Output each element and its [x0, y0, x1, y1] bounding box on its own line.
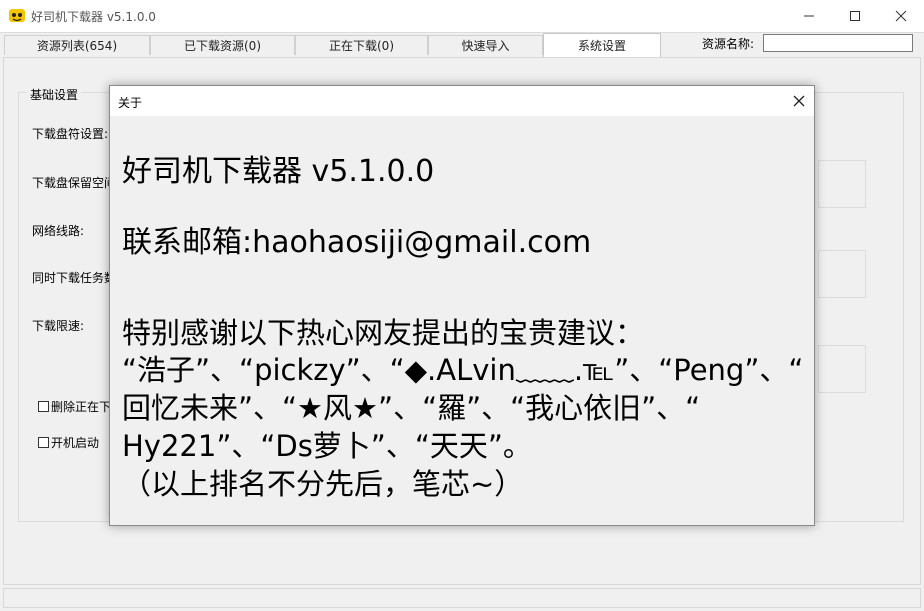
speed-limit-input[interactable] — [818, 345, 866, 393]
maximize-button[interactable] — [832, 0, 878, 31]
about-thanks-names-2: 回忆未来”、“★风★”、“羅”、“我心依旧”、“ — [122, 391, 701, 425]
about-thanks-names-1: “浩子”、“pickzy”、“◆.ALvin﹏﹏.℡”、“Peng”、“ — [122, 353, 804, 387]
about-thanks-heading: 特别感谢以下热心网友提出的宝贵建议： — [122, 316, 645, 350]
about-app-name: 好司机下载器 v5.1.0.0 — [122, 154, 435, 189]
close-icon — [895, 10, 907, 21]
title-bar: 好司机下载器 v5.1.0.0 — [0, 0, 924, 33]
dialog-title-bar: 关于 — [110, 86, 814, 116]
concurrent-tasks-label: 同时下载任务数 — [32, 271, 117, 285]
minimize-button[interactable] — [786, 0, 832, 31]
about-email: 联系邮箱:haohaosiji@gmail.com — [122, 225, 592, 260]
close-icon — [793, 95, 805, 107]
reserve-space-label: 下载盘保留空间 — [32, 176, 117, 190]
dialog-close-button[interactable] — [790, 92, 808, 110]
concurrent-tasks-input[interactable] — [818, 250, 866, 298]
search-input[interactable] — [763, 34, 913, 52]
dialog-title: 关于 — [118, 96, 143, 110]
tab-downloading[interactable]: 正在下载(0) — [295, 35, 428, 55]
tab-downloaded[interactable]: 已下载资源(0) — [150, 35, 295, 55]
close-button[interactable] — [878, 0, 924, 31]
about-thanks-names-3: Hy221”、“Ds萝卜”、“天天”。 — [122, 429, 532, 463]
group-title: 基础设置 — [27, 86, 82, 103]
about-dialog: 关于 好司机下载器 v5.1.0.0 联系邮箱:haohaosiji@gmail… — [109, 85, 815, 526]
minimize-icon — [804, 15, 814, 16]
tab-resource-list[interactable]: 资源列表(654) — [4, 35, 150, 55]
drive-setting-label: 下载盘符设置: — [32, 127, 109, 141]
search-label: 资源名称: — [702, 37, 755, 51]
startup-checkbox[interactable] — [38, 437, 49, 448]
status-bar — [3, 588, 921, 608]
window-title: 好司机下载器 v5.1.0.0 — [31, 10, 156, 24]
startup-option-label: 开机启动 — [51, 436, 100, 450]
app-logo-icon — [9, 9, 25, 22]
tab-system-settings[interactable]: 系统设置 — [543, 33, 661, 57]
maximize-icon — [850, 10, 860, 21]
about-thanks-note: （以上排名不分先后，笔芯~） — [122, 467, 524, 501]
speed-limit-label: 下载限速: — [32, 319, 85, 333]
network-line-label: 网络线路: — [32, 224, 85, 238]
reserve-space-input[interactable] — [818, 160, 866, 208]
delete-downloading-option[interactable]: 删除正在下 — [38, 398, 111, 415]
tab-quick-import[interactable]: 快速导入 — [428, 35, 543, 55]
delete-option-label: 删除正在下 — [51, 400, 112, 414]
delete-checkbox[interactable] — [38, 401, 49, 412]
startup-option[interactable]: 开机启动 — [38, 434, 99, 451]
